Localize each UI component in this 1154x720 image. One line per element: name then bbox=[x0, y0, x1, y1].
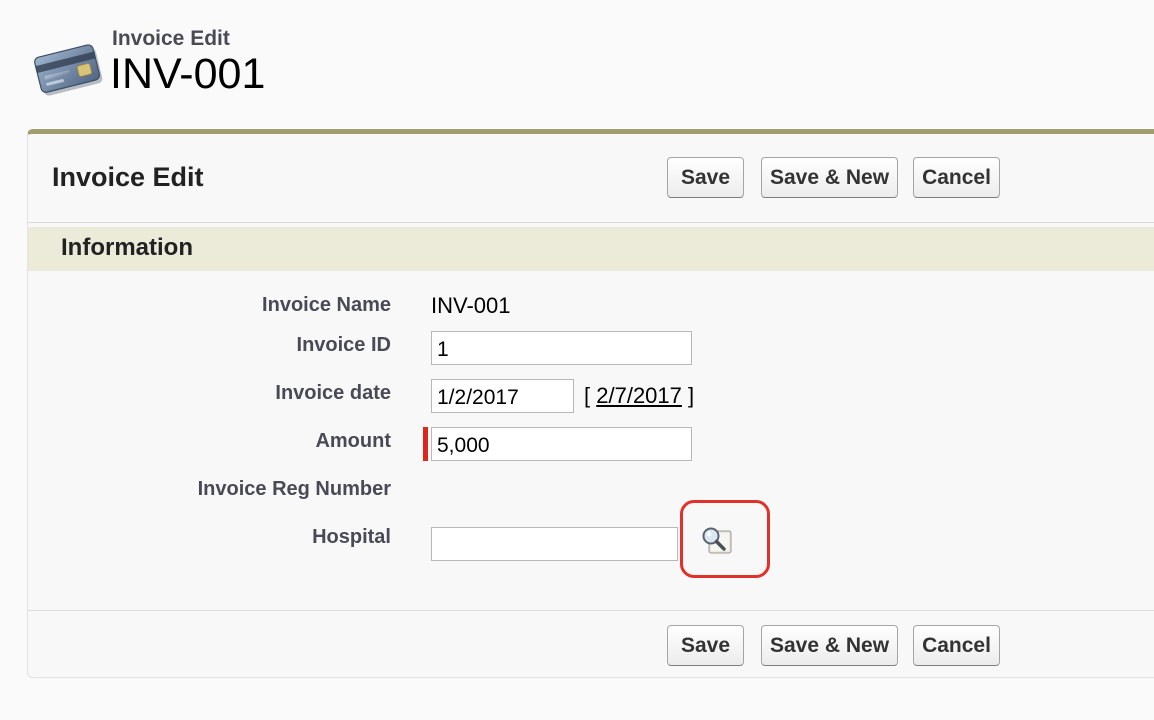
invoice-card-icon bbox=[34, 44, 103, 96]
amount-label: Amount bbox=[315, 430, 391, 452]
cancel-button[interactable]: Cancel bbox=[913, 157, 1000, 198]
invoice-name-label: Invoice Name bbox=[262, 294, 391, 316]
date-bracket-close: ] bbox=[688, 383, 695, 408]
hospital-lookup-input[interactable] bbox=[431, 527, 678, 561]
page-subtitle: Invoice Edit bbox=[112, 27, 230, 50]
invoice-reg-number-label: Invoice Reg Number bbox=[197, 478, 391, 500]
required-indicator bbox=[423, 427, 428, 461]
invoice-id-input[interactable] bbox=[431, 331, 692, 365]
section-header-information: Information bbox=[28, 227, 1154, 271]
footer-divider bbox=[28, 610, 1154, 611]
invoice-date-input[interactable] bbox=[431, 379, 574, 413]
invoice-date-label: Invoice date bbox=[275, 382, 391, 404]
date-today-helper: [ 2/7/2017 ] bbox=[584, 383, 694, 409]
date-bracket-open: [ bbox=[584, 383, 591, 408]
save-and-new-button-bottom[interactable]: Save & New bbox=[761, 625, 898, 666]
invoice-name-value: INV-001 bbox=[431, 293, 511, 318]
hospital-label: Hospital bbox=[312, 526, 391, 548]
invoice-id-label: Invoice ID bbox=[296, 334, 391, 356]
amount-input[interactable] bbox=[431, 427, 692, 461]
section-title: Information bbox=[61, 234, 193, 261]
page-header: Invoice Edit INV-001 bbox=[34, 22, 534, 102]
save-and-new-button[interactable]: Save & New bbox=[761, 157, 898, 198]
save-button-bottom[interactable]: Save bbox=[667, 625, 744, 666]
save-button[interactable]: Save bbox=[667, 157, 744, 198]
highlight-annotation bbox=[680, 500, 770, 578]
today-date-link[interactable]: 2/7/2017 bbox=[596, 383, 682, 408]
invoice-edit-block: Invoice Edit Save Save & New Cancel Info… bbox=[27, 129, 1154, 678]
page-title: INV-001 bbox=[110, 50, 266, 98]
block-title: Invoice Edit bbox=[52, 162, 204, 192]
cancel-button-bottom[interactable]: Cancel bbox=[913, 625, 1000, 666]
block-header: Invoice Edit Save Save & New Cancel bbox=[28, 134, 1154, 223]
